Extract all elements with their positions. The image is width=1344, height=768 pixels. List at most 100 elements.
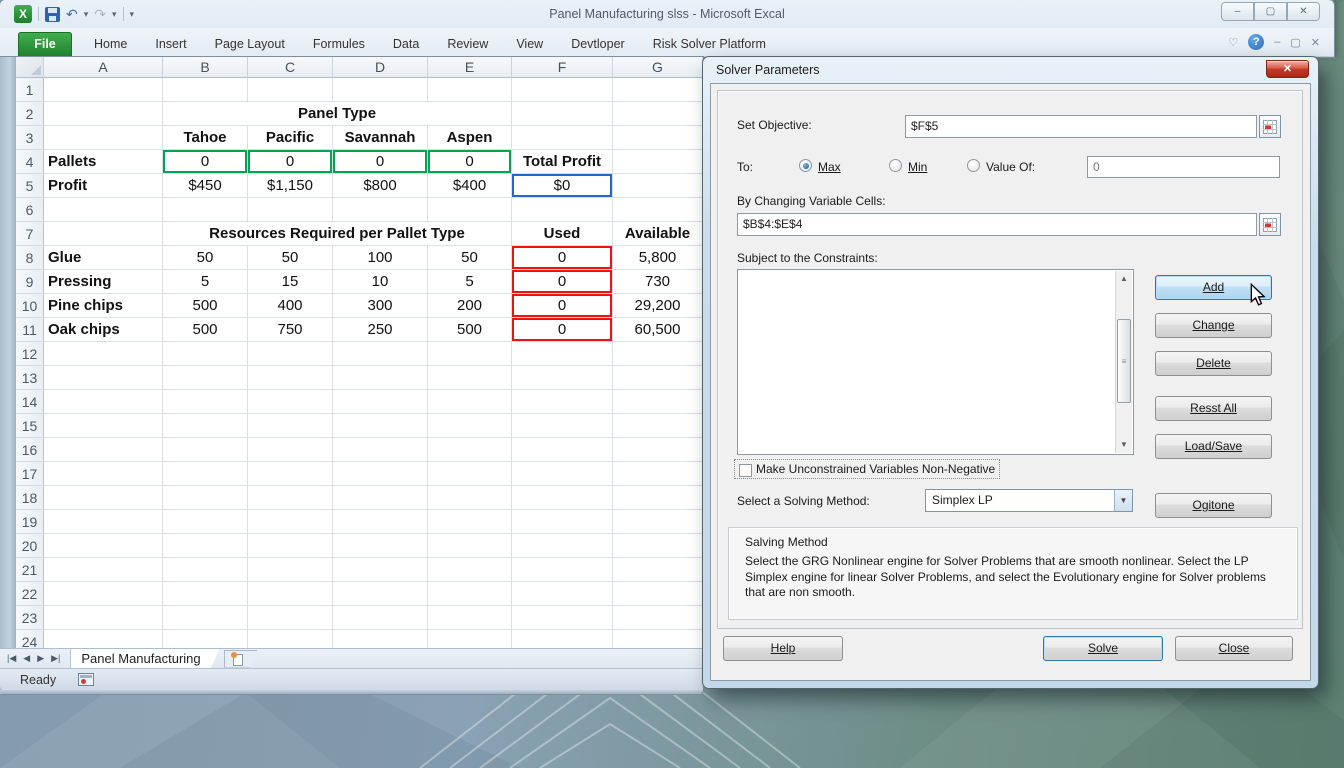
- cell-a13[interactable]: [44, 366, 163, 390]
- insert-worksheet-tab[interactable]: [224, 650, 258, 668]
- variable-cells-input[interactable]: $B$4:$E$4: [737, 213, 1257, 236]
- cell-g17[interactable]: [613, 462, 703, 486]
- cell-f22[interactable]: [512, 582, 613, 606]
- cell-d15[interactable]: [333, 414, 428, 438]
- cell-g21[interactable]: [613, 558, 703, 582]
- cell-f10[interactable]: 0: [512, 294, 613, 318]
- cell-d17[interactable]: [333, 462, 428, 486]
- cell-g12[interactable]: [613, 342, 703, 366]
- cell-b22[interactable]: [163, 582, 248, 606]
- cell-e16[interactable]: [428, 438, 512, 462]
- cell-e14[interactable]: [428, 390, 512, 414]
- cell-g8[interactable]: 5,800: [613, 246, 703, 270]
- help-button[interactable]: Help: [723, 636, 843, 661]
- row-header-9[interactable]: 9: [16, 270, 44, 294]
- cell-e5[interactable]: $400: [428, 174, 512, 198]
- scroll-up-icon[interactable]: ▲: [1116, 271, 1132, 287]
- tab-risk-solver-platform[interactable]: Risk Solver Platform: [639, 32, 780, 57]
- value-of-radio[interactable]: [967, 159, 980, 172]
- dialog-close-action-button[interactable]: Close: [1175, 636, 1293, 661]
- options-button[interactable]: Ogitone: [1155, 493, 1272, 518]
- cell-g10[interactable]: 29,200: [613, 294, 703, 318]
- collapse-ribbon-icon[interactable]: ♡: [1228, 36, 1238, 49]
- cell-c11[interactable]: 750: [248, 318, 333, 342]
- last-sheet-icon[interactable]: ▶|: [51, 653, 60, 664]
- cell-g24[interactable]: [613, 630, 703, 648]
- cell-g1[interactable]: [613, 78, 703, 102]
- cell-a15[interactable]: [44, 414, 163, 438]
- cell-f19[interactable]: [512, 510, 613, 534]
- cell-c12[interactable]: [248, 342, 333, 366]
- cell-b15[interactable]: [163, 414, 248, 438]
- cell-a21[interactable]: [44, 558, 163, 582]
- cell-d5[interactable]: $800: [333, 174, 428, 198]
- cell-e12[interactable]: [428, 342, 512, 366]
- cell-b23[interactable]: [163, 606, 248, 630]
- cell-g7[interactable]: Available: [613, 222, 703, 246]
- cell-b21[interactable]: [163, 558, 248, 582]
- tab-insert[interactable]: Insert: [141, 32, 200, 57]
- cell-f6[interactable]: [512, 198, 613, 222]
- cell-e24[interactable]: [428, 630, 512, 648]
- row-header-18[interactable]: 18: [16, 486, 44, 510]
- cell-b4[interactable]: 0: [163, 150, 248, 174]
- cell-e10[interactable]: 200: [428, 294, 512, 318]
- cell-b20[interactable]: [163, 534, 248, 558]
- cell-f4[interactable]: Total Profit: [512, 150, 613, 174]
- row-header-14[interactable]: 14: [16, 390, 44, 414]
- cell-f15[interactable]: [512, 414, 613, 438]
- cell-c22[interactable]: [248, 582, 333, 606]
- variables-range-picker-button[interactable]: [1259, 213, 1281, 236]
- doc-minimize-icon[interactable]: –: [1274, 36, 1280, 48]
- cell-d9[interactable]: 10: [333, 270, 428, 294]
- cell-c13[interactable]: [248, 366, 333, 390]
- cell-b8[interactable]: 50: [163, 246, 248, 270]
- cell-b2[interactable]: Panel Type: [163, 102, 512, 126]
- cell-e17[interactable]: [428, 462, 512, 486]
- cell-e6[interactable]: [428, 198, 512, 222]
- cell-c23[interactable]: [248, 606, 333, 630]
- cell-d8[interactable]: 100: [333, 246, 428, 270]
- cell-a6[interactable]: [44, 198, 163, 222]
- tab-home[interactable]: Home: [80, 32, 141, 57]
- next-sheet-icon[interactable]: ▶: [37, 653, 44, 664]
- tab-devtloper[interactable]: Devtloper: [557, 32, 639, 57]
- cell-d1[interactable]: [333, 78, 428, 102]
- cell-f13[interactable]: [512, 366, 613, 390]
- cell-a5[interactable]: Profit: [44, 174, 163, 198]
- cell-d19[interactable]: [333, 510, 428, 534]
- cell-a12[interactable]: [44, 342, 163, 366]
- cell-c3[interactable]: Pacific: [248, 126, 333, 150]
- cell-g20[interactable]: [613, 534, 703, 558]
- cell-c20[interactable]: [248, 534, 333, 558]
- cell-b17[interactable]: [163, 462, 248, 486]
- row-header-8[interactable]: 8: [16, 246, 44, 270]
- cell-e18[interactable]: [428, 486, 512, 510]
- prev-sheet-icon[interactable]: ◀: [23, 653, 30, 664]
- reset-all-button[interactable]: Resst All: [1155, 396, 1272, 421]
- cell-g15[interactable]: [613, 414, 703, 438]
- row-header-24[interactable]: 24: [16, 630, 44, 648]
- min-label[interactable]: Min: [908, 160, 927, 174]
- cell-b9[interactable]: 5: [163, 270, 248, 294]
- cell-b1[interactable]: [163, 78, 248, 102]
- maximize-button[interactable]: ▢: [1254, 2, 1287, 21]
- cell-f7[interactable]: Used: [512, 222, 613, 246]
- cell-c6[interactable]: [248, 198, 333, 222]
- cell-b11[interactable]: 500: [163, 318, 248, 342]
- cell-d16[interactable]: [333, 438, 428, 462]
- cell-b13[interactable]: [163, 366, 248, 390]
- cell-d12[interactable]: [333, 342, 428, 366]
- cell-c19[interactable]: [248, 510, 333, 534]
- dropdown-arrow-icon[interactable]: ▼: [1114, 490, 1132, 511]
- cell-a2[interactable]: [44, 102, 163, 126]
- cell-e19[interactable]: [428, 510, 512, 534]
- macro-record-icon[interactable]: [78, 673, 94, 686]
- cell-g19[interactable]: [613, 510, 703, 534]
- first-sheet-icon[interactable]: |◀: [7, 653, 16, 664]
- cell-e15[interactable]: [428, 414, 512, 438]
- cell-b12[interactable]: [163, 342, 248, 366]
- cell-f23[interactable]: [512, 606, 613, 630]
- tab-data[interactable]: Data: [379, 32, 433, 57]
- cell-a11[interactable]: Oak chips: [44, 318, 163, 342]
